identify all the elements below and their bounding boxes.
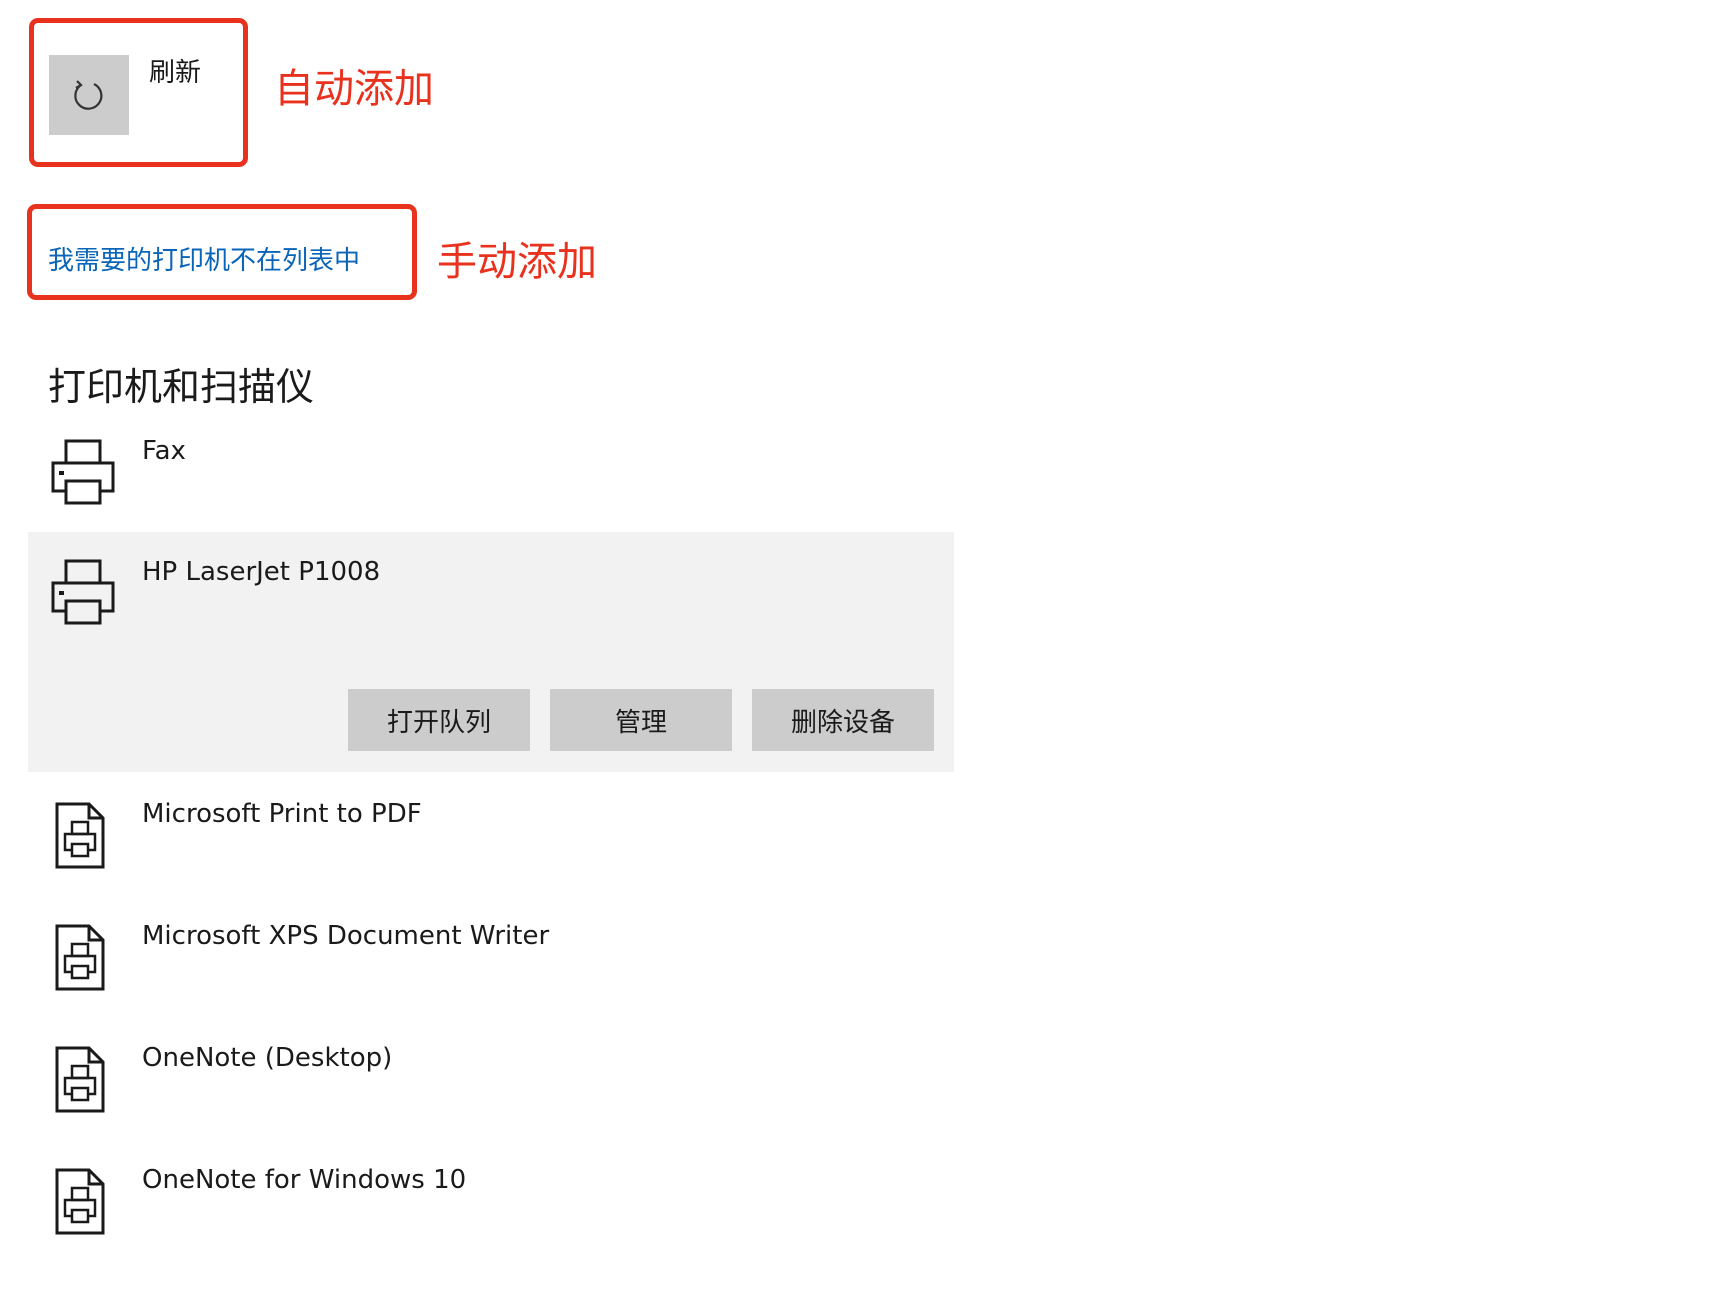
printer-name: Microsoft XPS Document Writer xyxy=(142,921,550,951)
printer-name: Fax xyxy=(142,436,186,466)
open-queue-button[interactable]: 打开队列 xyxy=(348,689,530,751)
printer-not-listed-link[interactable]: 我需要的打印机不在列表中 xyxy=(48,248,360,274)
remove-device-button[interactable]: 删除设备 xyxy=(752,689,934,751)
manage-button[interactable]: 管理 xyxy=(550,689,732,751)
printer-item-xps-writer[interactable]: Microsoft XPS Document Writer xyxy=(28,923,954,1003)
document-printer-icon xyxy=(50,801,116,873)
printer-name: OneNote (Desktop) xyxy=(142,1043,393,1073)
refresh-icon xyxy=(74,80,103,110)
refresh-button[interactable] xyxy=(49,55,129,135)
printer-item-onenote-win10[interactable]: OneNote for Windows 10 xyxy=(28,1167,954,1247)
printer-item-fax[interactable]: Fax xyxy=(28,438,954,518)
printer-icon xyxy=(50,438,116,510)
document-printer-icon xyxy=(50,923,116,995)
document-printer-icon xyxy=(50,1045,116,1117)
printer-name: OneNote for Windows 10 xyxy=(142,1165,467,1195)
manual-add-annotation: 手动添加 xyxy=(437,239,597,285)
printer-item-hp-laserjet[interactable]: HP LaserJet P1008 打开队列 管理 删除设备 xyxy=(28,532,954,772)
printer-item-onenote-desktop[interactable]: OneNote (Desktop) xyxy=(28,1045,954,1125)
printer-icon xyxy=(50,558,116,630)
printer-name: Microsoft Print to PDF xyxy=(142,799,422,829)
section-title: 打印机和扫描仪 xyxy=(48,365,315,409)
printer-item-print-to-pdf[interactable]: Microsoft Print to PDF xyxy=(28,801,954,881)
refresh-label: 刷新 xyxy=(149,58,202,88)
document-printer-icon xyxy=(50,1167,116,1239)
auto-add-annotation: 自动添加 xyxy=(274,66,434,112)
printer-name: HP LaserJet P1008 xyxy=(142,557,381,587)
